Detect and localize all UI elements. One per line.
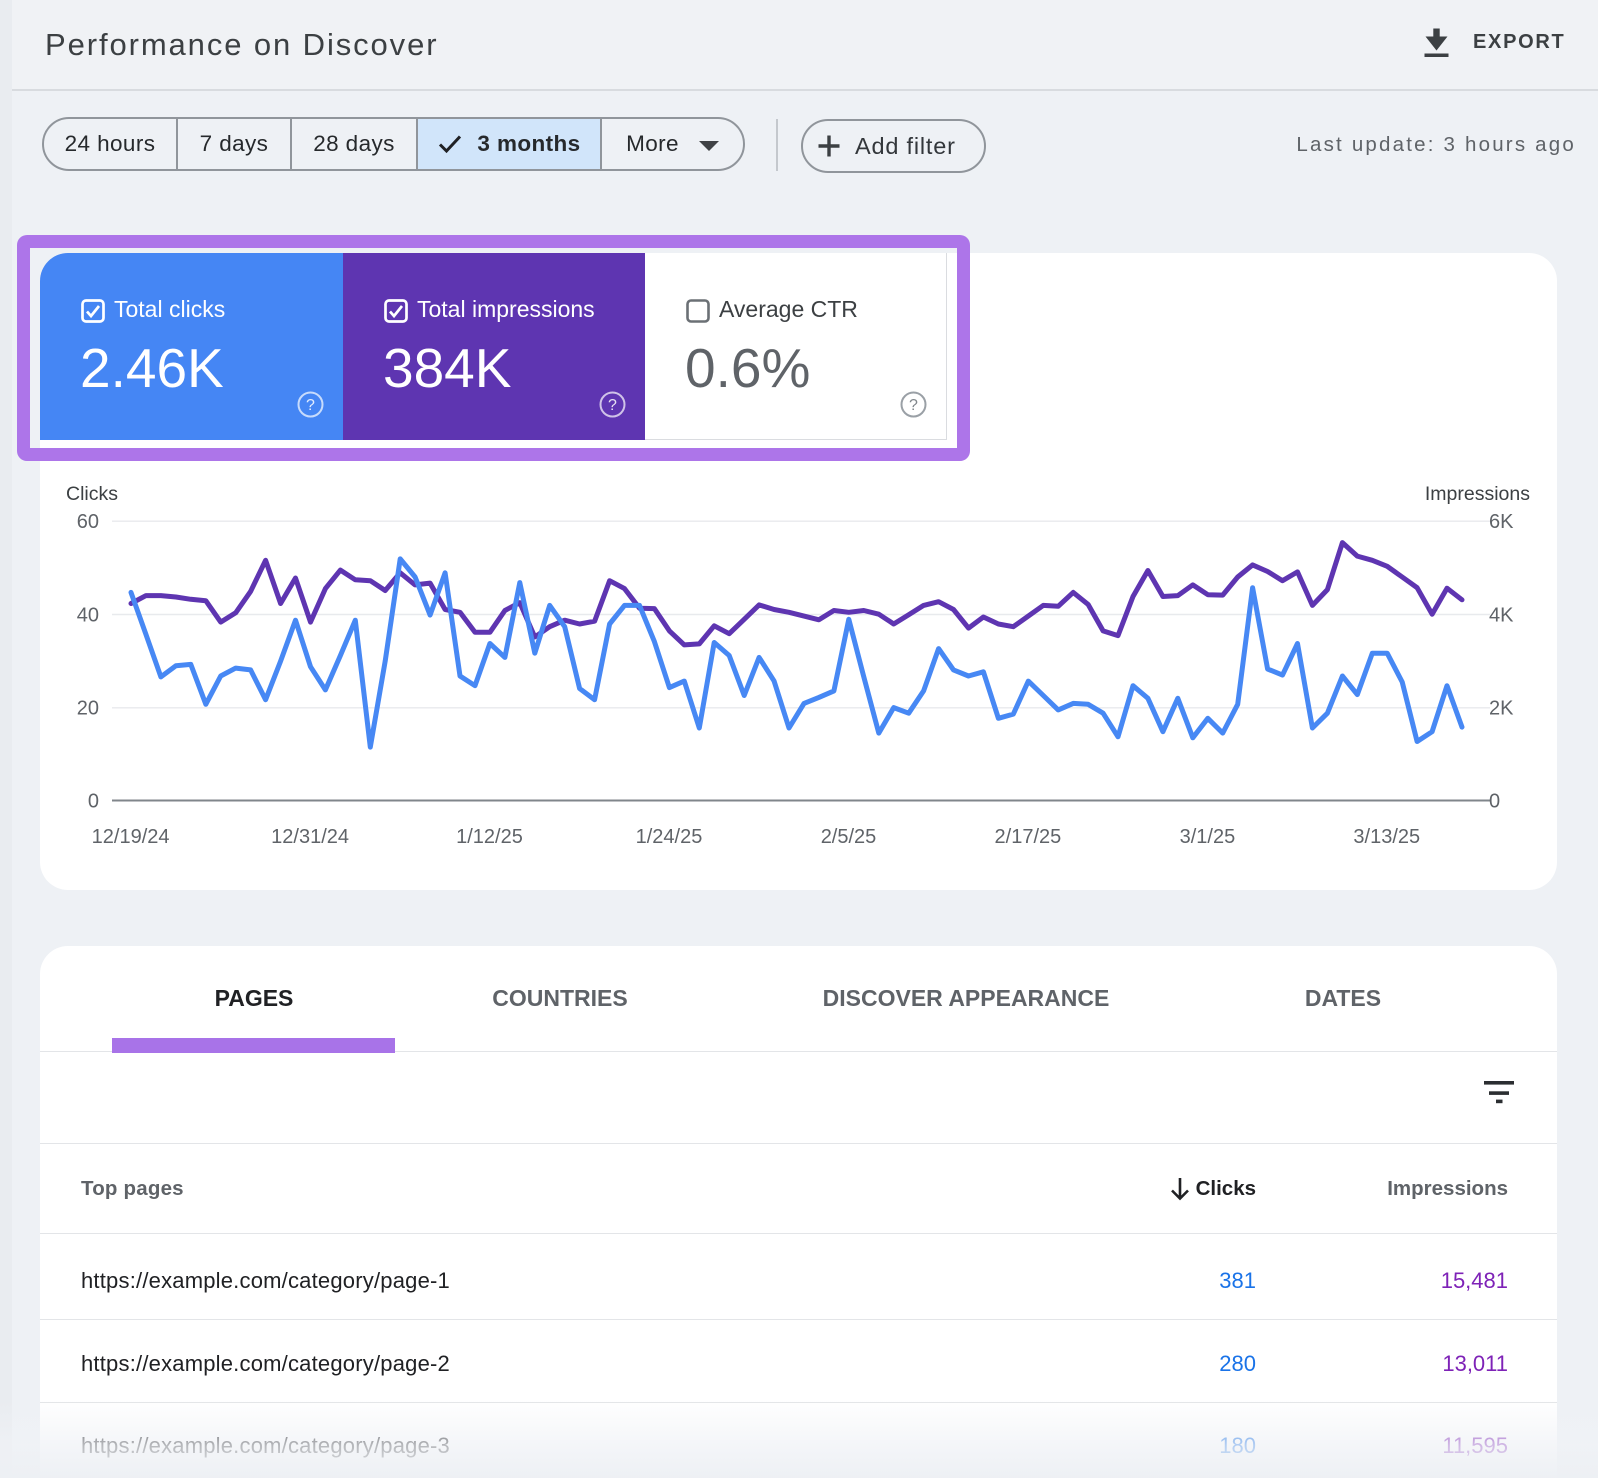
svg-text:20: 20 <box>77 698 99 720</box>
svg-text:12/31/24: 12/31/24 <box>271 826 349 848</box>
svg-text:40: 40 <box>77 604 99 626</box>
svg-text:3/1/25: 3/1/25 <box>1180 826 1236 848</box>
svg-text:3/13/25: 3/13/25 <box>1353 826 1420 848</box>
svg-text:12/19/24: 12/19/24 <box>92 826 170 848</box>
svg-text:2/5/25: 2/5/25 <box>821 826 877 848</box>
svg-text:6K: 6K <box>1489 511 1514 533</box>
svg-text:2/17/25: 2/17/25 <box>995 826 1062 848</box>
svg-text:0: 0 <box>1489 790 1500 812</box>
svg-text:60: 60 <box>77 511 99 533</box>
svg-text:4K: 4K <box>1489 604 1514 626</box>
svg-text:1/12/25: 1/12/25 <box>456 826 523 848</box>
svg-text:0: 0 <box>88 790 99 812</box>
svg-text:1/24/25: 1/24/25 <box>636 826 703 848</box>
svg-text:Impressions: Impressions <box>1425 483 1530 505</box>
svg-text:2K: 2K <box>1489 698 1514 720</box>
svg-text:Clicks: Clicks <box>66 483 118 505</box>
